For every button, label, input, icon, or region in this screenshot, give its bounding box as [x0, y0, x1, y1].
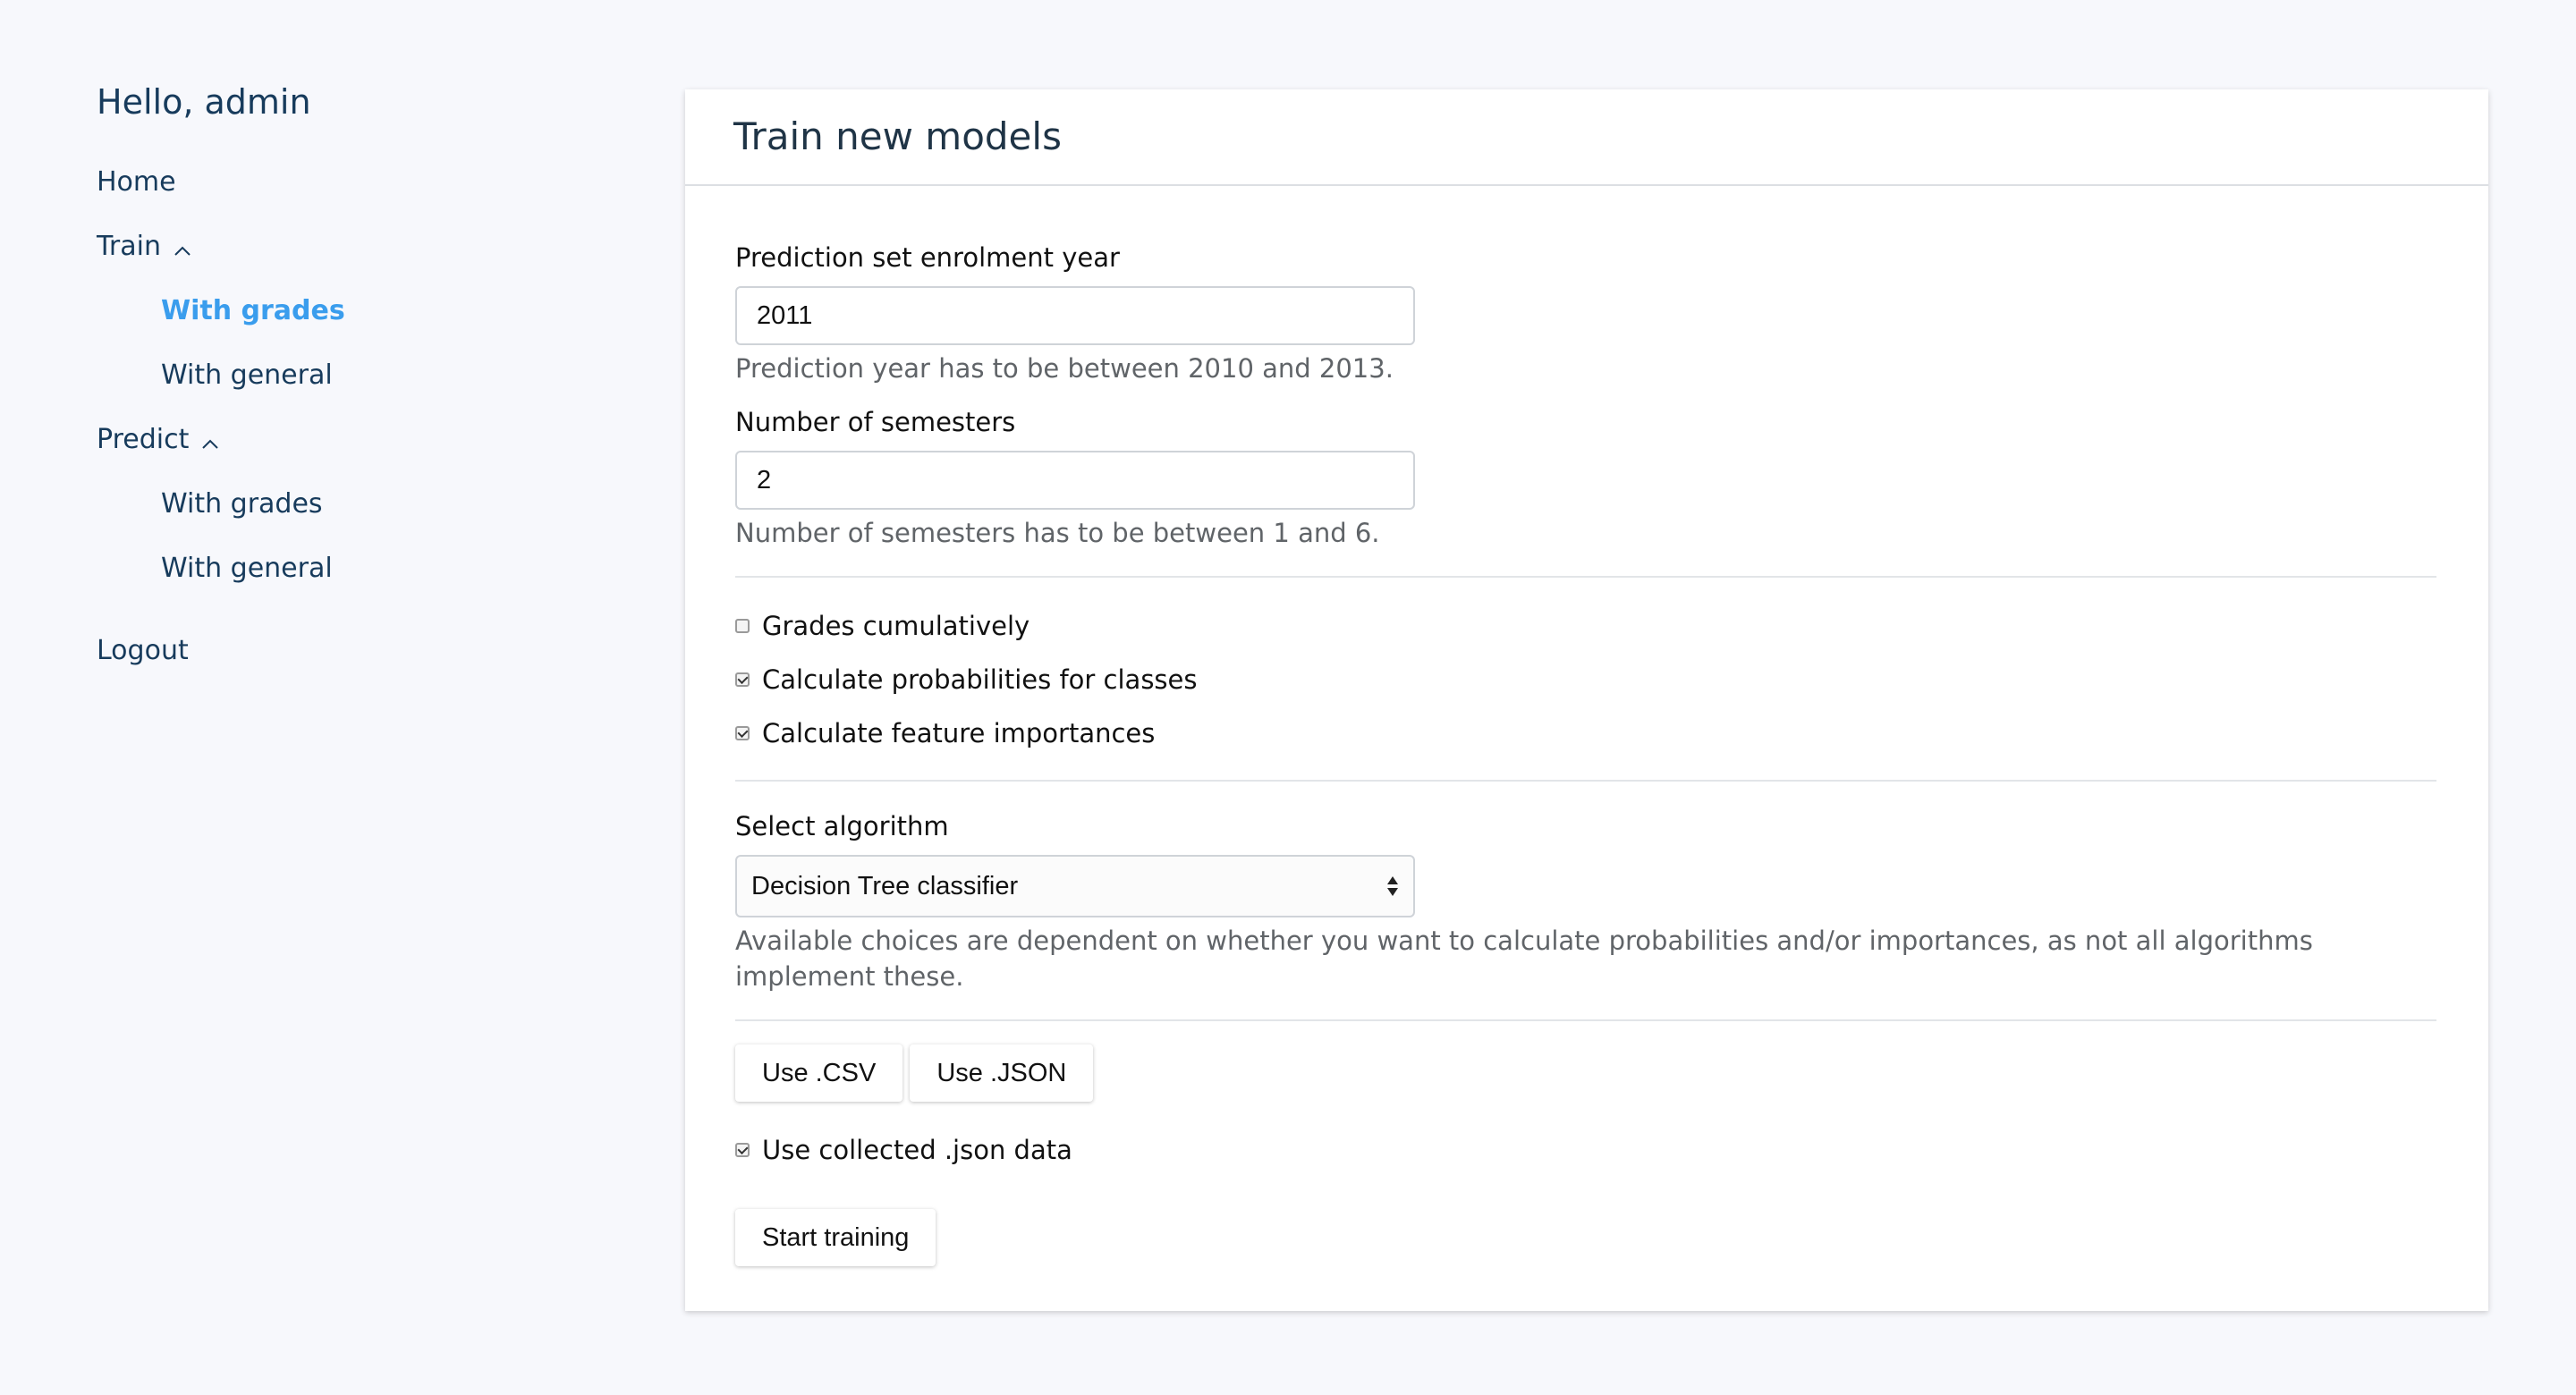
algorithm-selected-value: Decision Tree classifier: [751, 871, 1019, 900]
nav-predict[interactable]: Predict: [97, 422, 597, 458]
algorithm-label: Select algorithm: [735, 811, 949, 841]
enrolment-year-help: Prediction year has to be between 2010 a…: [735, 353, 1394, 384]
enrolment-year-input[interactable]: 2011: [735, 286, 1415, 345]
train-card: Train new models Prediction set enrolmen…: [685, 89, 2488, 1311]
select-arrows-icon: [1386, 875, 1399, 898]
feature-importances-row[interactable]: Calculate feature importances: [735, 715, 2436, 751]
start-training-button[interactable]: Start training: [735, 1209, 936, 1266]
sidebar: Hello, admin Home Train With grades With…: [97, 79, 597, 698]
probabilities-row[interactable]: Calculate probabilities for classes: [735, 662, 2436, 698]
collected-json-row[interactable]: Use collected .json data: [735, 1132, 2436, 1168]
algorithm-help: Available choices are dependent on wheth…: [735, 926, 2313, 992]
nav-home[interactable]: Home: [97, 165, 597, 200]
semesters-label: Number of semesters: [735, 407, 1016, 437]
chevron-up-icon: [172, 236, 193, 258]
card-body: Prediction set enrolment year 2011 Predi…: [685, 186, 2488, 1266]
grades-cumulatively-checkbox[interactable]: [735, 619, 750, 633]
nav-predict-with-grades[interactable]: With grades: [97, 486, 597, 522]
page-title: Train new models: [733, 114, 1062, 158]
nav-predict-label: Predict: [97, 424, 190, 455]
use-json-button[interactable]: Use .JSON: [910, 1044, 1094, 1102]
nav-predict-with-general[interactable]: With general: [97, 551, 597, 587]
use-csv-button[interactable]: Use .CSV: [735, 1044, 903, 1102]
algorithm-select[interactable]: Decision Tree classifier: [735, 855, 1415, 917]
source-buttons: Use .CSV Use .JSON: [735, 1044, 2436, 1102]
feature-importances-label: Calculate feature importances: [762, 718, 1156, 748]
nav-train-with-grades[interactable]: With grades: [97, 293, 597, 329]
collected-json-checkbox[interactable]: [735, 1143, 750, 1157]
probabilities-label: Calculate probabilities for classes: [762, 664, 1198, 695]
nav-train[interactable]: Train: [97, 229, 597, 265]
nav-logout[interactable]: Logout: [97, 633, 597, 669]
grades-cumulatively-row[interactable]: Grades cumulatively: [735, 608, 2436, 644]
probabilities-checkbox[interactable]: [735, 672, 750, 687]
semesters-help: Number of semesters has to be between 1 …: [735, 518, 1380, 548]
semesters-input[interactable]: 2: [735, 451, 1415, 510]
collected-json-label: Use collected .json data: [762, 1135, 1072, 1165]
nav-train-with-general[interactable]: With general: [97, 358, 597, 393]
enrolment-year-label: Prediction set enrolment year: [735, 242, 1120, 273]
grades-cumulatively-label: Grades cumulatively: [762, 611, 1030, 641]
nav-train-label: Train: [97, 231, 161, 262]
card-header: Train new models: [685, 89, 2488, 186]
greeting: Hello, admin: [97, 82, 311, 122]
chevron-up-icon: [199, 429, 221, 451]
feature-importances-checkbox[interactable]: [735, 726, 750, 740]
